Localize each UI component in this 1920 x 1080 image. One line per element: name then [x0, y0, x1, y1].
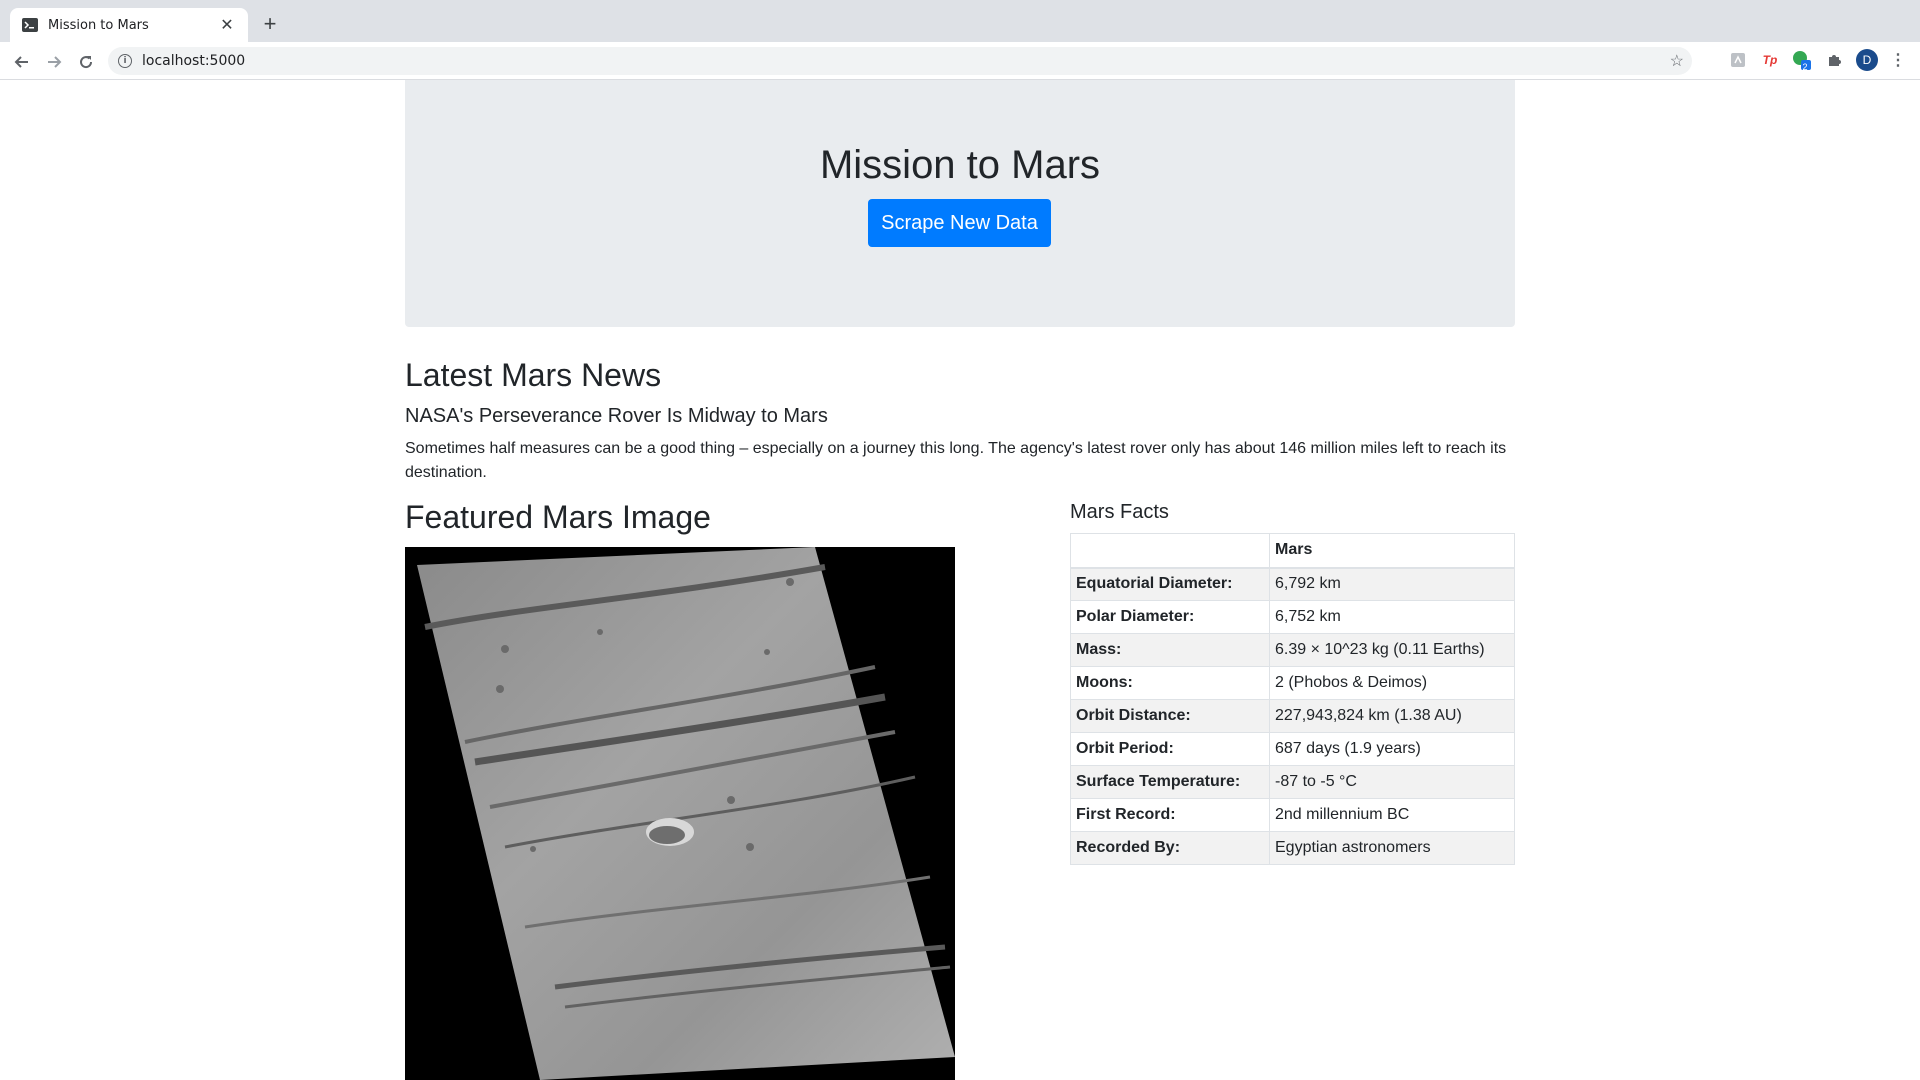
- new-tab-plus-icon[interactable]: +: [258, 10, 282, 38]
- forward-arrow-icon[interactable]: [42, 50, 66, 74]
- fact-label: Polar Diameter:: [1070, 600, 1270, 634]
- table-row: Orbit Distance: 227,943,824 km (1.38 AU): [1070, 699, 1515, 733]
- tab-title: Mission to Mars: [48, 17, 149, 33]
- browser-tab[interactable]: Mission to Mars ✕: [10, 8, 248, 42]
- fact-value: 687 days (1.9 years): [1269, 732, 1515, 766]
- table-row: Mass: 6.39 × 10^23 kg (0.11 Earths): [1070, 633, 1515, 667]
- fact-label: Mass:: [1070, 633, 1270, 667]
- fact-label: Moons:: [1070, 666, 1270, 700]
- mars-facts-table: Mars Equatorial Diameter: 6,792 km Polar …: [1070, 533, 1515, 865]
- featured-mars-image: [405, 547, 955, 1080]
- address-bar[interactable]: i localhost:5000 ☆: [108, 47, 1692, 75]
- reload-icon[interactable]: [74, 50, 98, 74]
- table-row: First Record: 2nd millennium BC: [1070, 798, 1515, 832]
- table-row: Polar Diameter: 6,752 km: [1070, 600, 1515, 634]
- fact-value: 2 (Phobos & Deimos): [1269, 666, 1515, 700]
- fact-label: Orbit Period:: [1070, 732, 1270, 766]
- table-row: Equatorial Diameter: 6,792 km: [1070, 567, 1515, 601]
- table-row: Recorded By: Egyptian astronomers: [1070, 831, 1515, 865]
- featured-image-heading: Featured Mars Image: [405, 499, 711, 535]
- news-paragraph: Sometimes half measures can be a good th…: [405, 440, 1507, 481]
- jumbotron: Mission to Mars Scrape New Data: [405, 80, 1515, 327]
- fact-label: First Record:: [1070, 798, 1270, 832]
- scrape-new-data-button[interactable]: Scrape New Data: [868, 199, 1051, 247]
- more-menu-icon[interactable]: ⋮: [1888, 50, 1908, 70]
- fact-value: 6,752 km: [1269, 600, 1515, 634]
- extension-puzzle-gray-icon[interactable]: [1728, 50, 1748, 70]
- table-header-row: Mars: [1070, 533, 1515, 569]
- fact-value: 2nd millennium BC: [1269, 798, 1515, 832]
- page-title: Mission to Mars: [819, 143, 1101, 187]
- profile-avatar[interactable]: D: [1856, 49, 1878, 71]
- fact-label: Equatorial Diameter:: [1070, 567, 1270, 601]
- back-arrow-icon[interactable]: [10, 50, 34, 74]
- close-tab-icon[interactable]: ✕: [218, 15, 236, 35]
- table-header-empty: [1070, 533, 1270, 569]
- browser-tab-bar: Mission to Mars ✕ +: [0, 0, 1920, 42]
- news-heading: Latest Mars News: [405, 357, 662, 393]
- extension-badge: 2: [1802, 62, 1808, 72]
- table-row: Orbit Period: 687 days (1.9 years): [1070, 732, 1515, 766]
- terminal-favicon-icon: [22, 17, 38, 33]
- browser-toolbar: i localhost:5000 ☆: [0, 42, 1920, 80]
- url-text: localhost:5000: [142, 53, 246, 69]
- fact-value: -87 to -5 °C: [1269, 765, 1515, 799]
- fact-value: Egyptian astronomers: [1269, 831, 1515, 865]
- table-header-mars: Mars: [1269, 533, 1515, 569]
- table-row: Surface Temperature: -87 to -5 °C: [1070, 765, 1515, 799]
- news-title: NASA's Perseverance Rover Is Midway to M…: [405, 405, 828, 427]
- bookmark-star-icon[interactable]: ☆: [1670, 51, 1684, 71]
- fact-value: 6,792 km: [1269, 567, 1515, 601]
- extensions-puzzle-icon[interactable]: [1824, 50, 1844, 70]
- fact-value: 227,943,824 km (1.38 AU): [1269, 699, 1515, 733]
- tp-extension-icon[interactable]: Tp: [1760, 50, 1780, 70]
- fact-label: Recorded By:: [1070, 831, 1270, 865]
- fact-value: 6.39 × 10^23 kg (0.11 Earths): [1269, 633, 1515, 667]
- info-icon[interactable]: i: [118, 54, 132, 68]
- fact-label: Surface Temperature:: [1070, 765, 1270, 799]
- table-row: Moons: 2 (Phobos & Deimos): [1070, 666, 1515, 700]
- fact-label: Orbit Distance:: [1070, 699, 1270, 733]
- mars-facts-heading: Mars Facts: [1070, 501, 1169, 523]
